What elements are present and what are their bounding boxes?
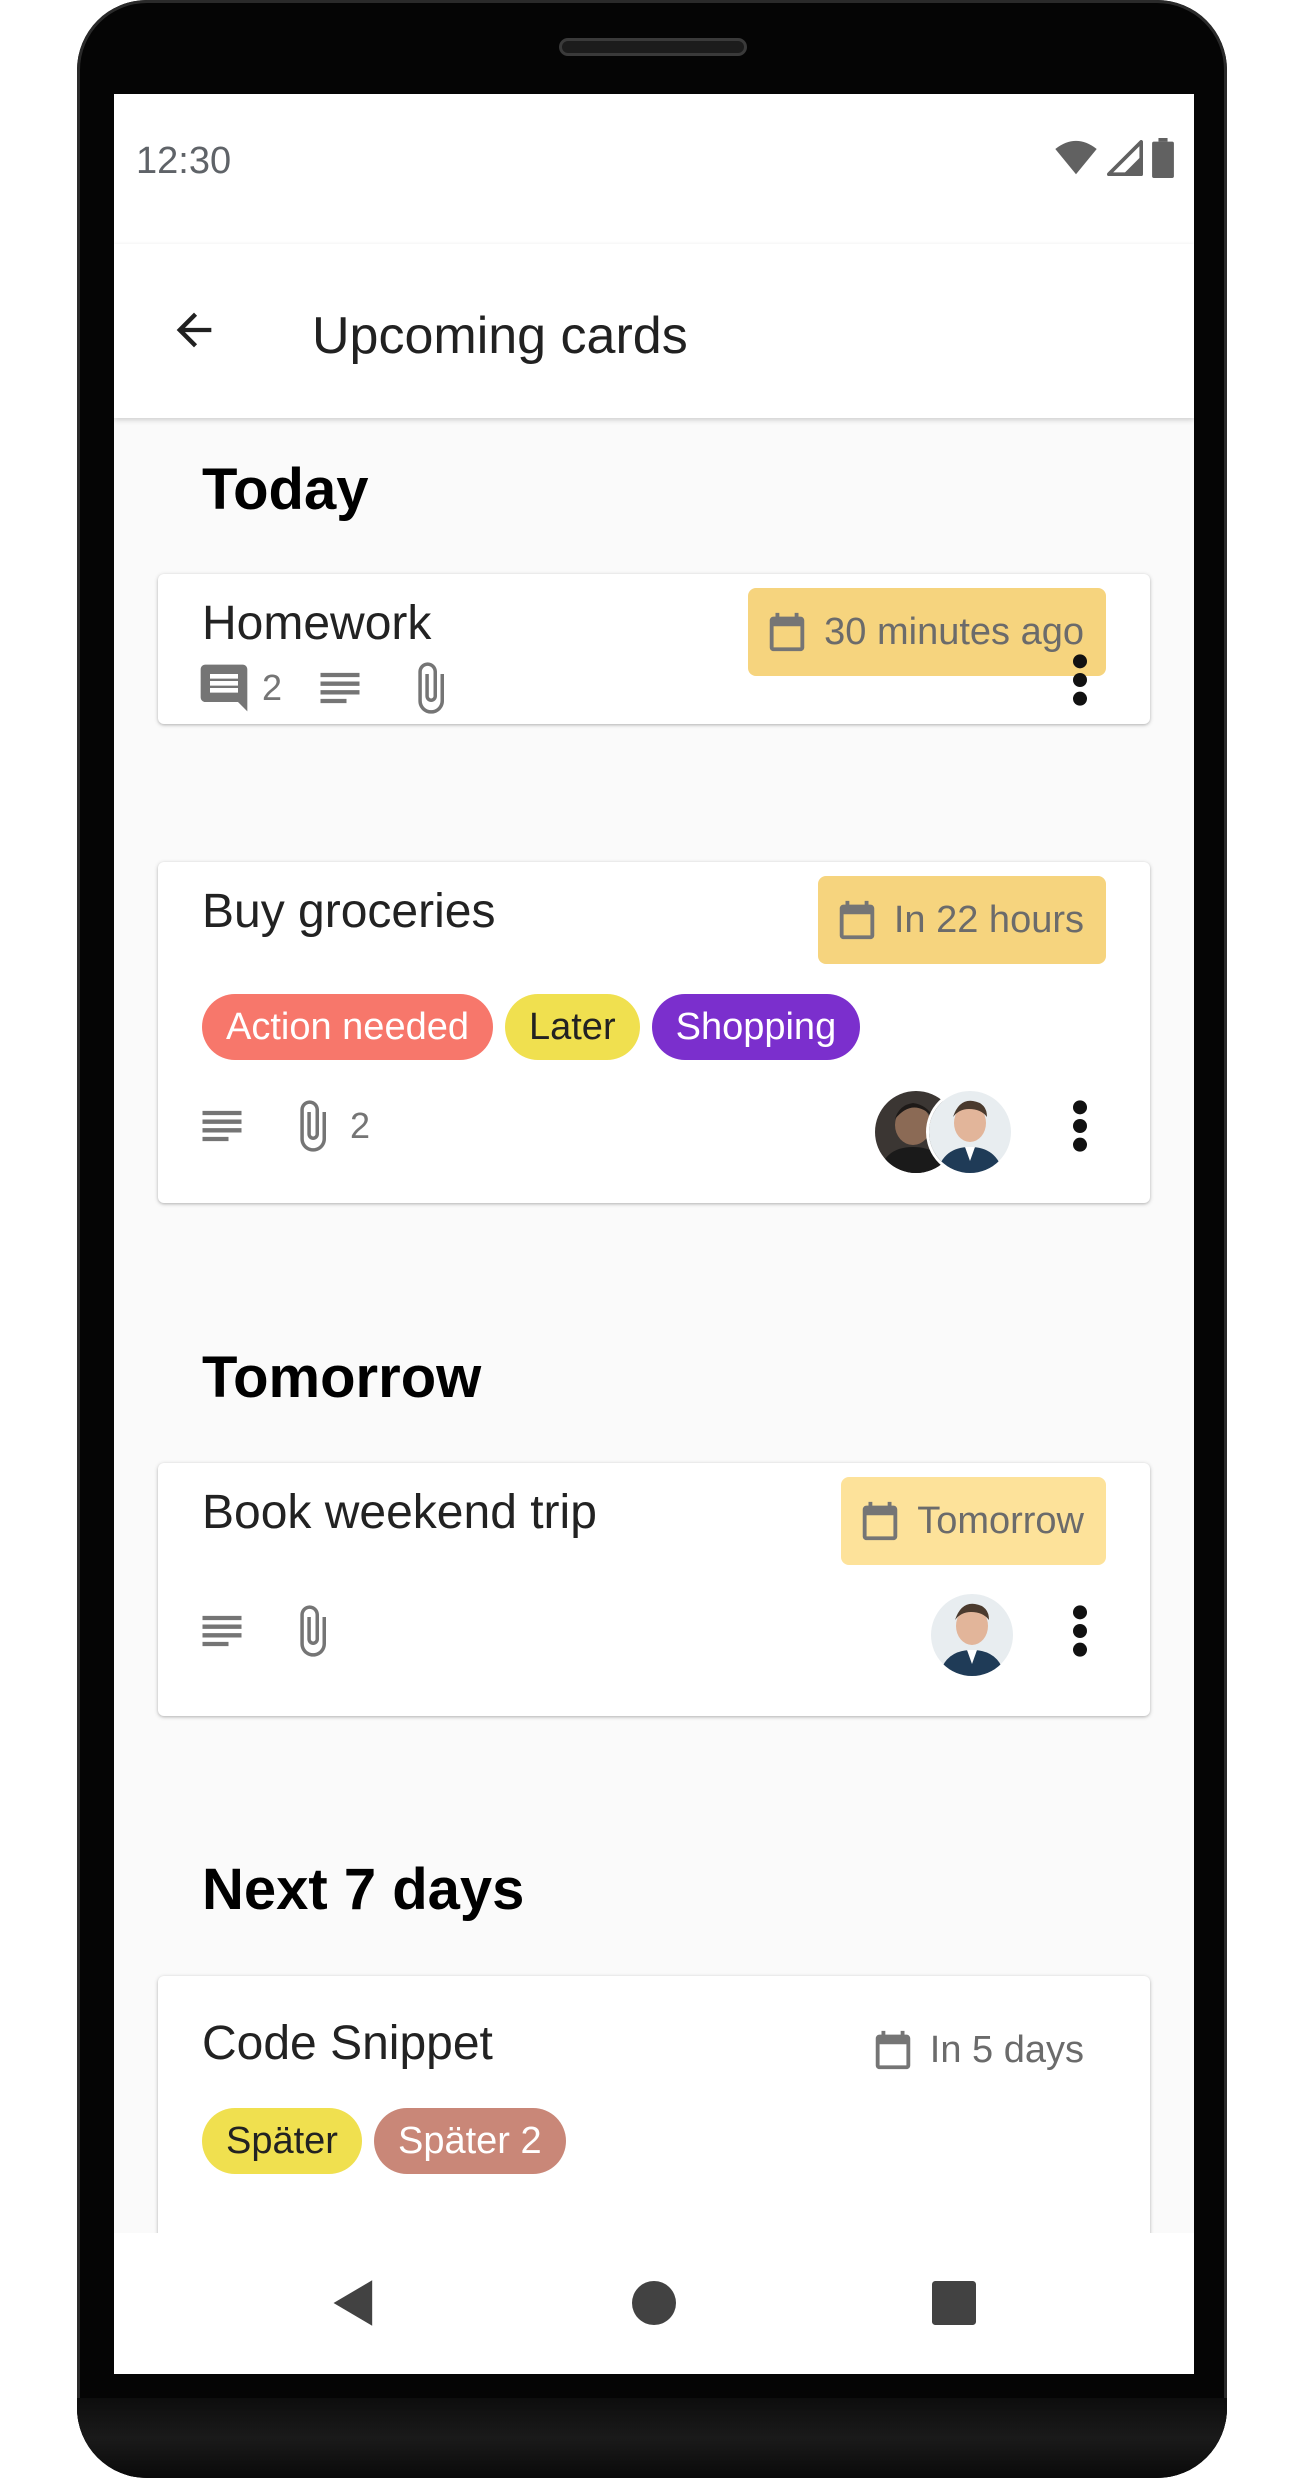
section-title-tomorrow: Tomorrow — [202, 1345, 482, 1410]
nav-back-icon — [333, 2280, 373, 2326]
card-title: Buy groceries — [202, 885, 496, 938]
card-meta: 2 — [196, 1098, 392, 1154]
description-icon — [320, 672, 360, 704]
card-menu-button[interactable] — [1052, 1591, 1108, 1671]
more-vert-icon — [1073, 1605, 1087, 1657]
signal-icon — [1107, 140, 1143, 176]
app-bar: Upcoming cards — [114, 244, 1194, 418]
assignee-list — [928, 1591, 1016, 1679]
due-date-badge[interactable]: In 22 hours — [817, 876, 1106, 964]
comment-icon — [200, 664, 248, 712]
card-book-weekend-trip[interactable]: Book weekend trip Tomorrow — [158, 1463, 1150, 1716]
assignee-list — [872, 1088, 1014, 1176]
label-chip[interactable]: Later — [504, 994, 640, 1060]
label-chip[interactable]: Später — [202, 2108, 362, 2174]
calendar-icon — [862, 1501, 898, 1541]
label-list: Später Später 2 — [202, 2108, 566, 2174]
card-title: Code Snippet — [202, 2017, 493, 2070]
attachment-icon — [418, 662, 445, 714]
label-chip[interactable]: Shopping — [651, 994, 861, 1060]
status-time: 12:30 — [136, 140, 232, 182]
calendar-icon — [839, 900, 875, 940]
attachment-icon — [300, 1605, 326, 1657]
nav-back-button[interactable] — [314, 2263, 394, 2343]
nav-home-icon — [632, 2281, 676, 2325]
due-date-text: In 22 hours — [893, 898, 1084, 941]
app-screen: 12:30 Upcoming cards Today Homework 30 m… — [114, 94, 1194, 2374]
section-title-today: Today — [202, 457, 369, 522]
due-date-text: 30 minutes ago — [824, 610, 1084, 653]
wifi-icon — [1055, 140, 1097, 175]
card-menu-button[interactable] — [1052, 1086, 1108, 1166]
phone-speaker — [559, 38, 747, 56]
battery-icon — [1152, 138, 1174, 178]
more-vert-icon — [1073, 1100, 1087, 1152]
card-title: Homework — [202, 597, 432, 650]
card-meta: 2 — [196, 660, 458, 716]
nav-home-button[interactable] — [614, 2263, 694, 2343]
description-icon — [202, 1615, 242, 1647]
comment-count: 2 — [262, 667, 283, 708]
section-title-next-7-days: Next 7 days — [202, 1857, 525, 1922]
description-icon — [202, 1110, 242, 1142]
avatar-user-2-image — [931, 1594, 1013, 1676]
card-buy-groceries[interactable]: Buy groceries In 22 hours Action needed … — [158, 862, 1150, 1203]
due-date-text: In 5 days — [929, 2028, 1084, 2071]
label-chip[interactable]: Später 2 — [373, 2108, 566, 2174]
label-chip[interactable]: Action needed — [202, 994, 493, 1060]
avatar-user-2[interactable] — [928, 1591, 1016, 1679]
due-date-badge[interactable]: Tomorrow — [841, 1477, 1106, 1565]
status-icons — [1054, 138, 1174, 178]
arrow-back-icon — [176, 312, 212, 348]
avatar-user-2-image — [929, 1091, 1011, 1173]
card-meta — [196, 1603, 340, 1659]
more-vert-icon — [1073, 654, 1087, 706]
due-date-text: Tomorrow — [917, 1499, 1084, 1542]
page-title: Upcoming cards — [312, 307, 688, 365]
attachment-count: 2 — [350, 1105, 371, 1146]
nav-recents-button[interactable] — [914, 2263, 994, 2343]
phone-chin — [77, 2398, 1227, 2478]
attachment-icon — [300, 1100, 326, 1152]
label-list: Action needed Later Shopping — [202, 994, 861, 1060]
card-homework[interactable]: Homework 30 minutes ago 2 — [158, 574, 1150, 724]
card-title: Book weekend trip — [202, 1486, 597, 1539]
nav-recents-icon — [932, 2281, 976, 2325]
system-nav-bar — [114, 2233, 1194, 2374]
avatar-user-2[interactable] — [926, 1088, 1014, 1176]
due-date-badge[interactable]: In 5 days — [854, 2006, 1106, 2094]
back-button[interactable] — [154, 290, 234, 370]
card-menu-button[interactable] — [1052, 640, 1108, 720]
upcoming-list[interactable]: Today Homework 30 minutes ago 2 Buy groc… — [114, 418, 1194, 2233]
calendar-icon — [769, 612, 805, 652]
status-bar: 12:30 — [114, 94, 1194, 244]
card-code-snippet[interactable]: Code Snippet In 5 days Später Später 2 — [158, 1976, 1150, 2233]
calendar-icon — [875, 2030, 911, 2070]
